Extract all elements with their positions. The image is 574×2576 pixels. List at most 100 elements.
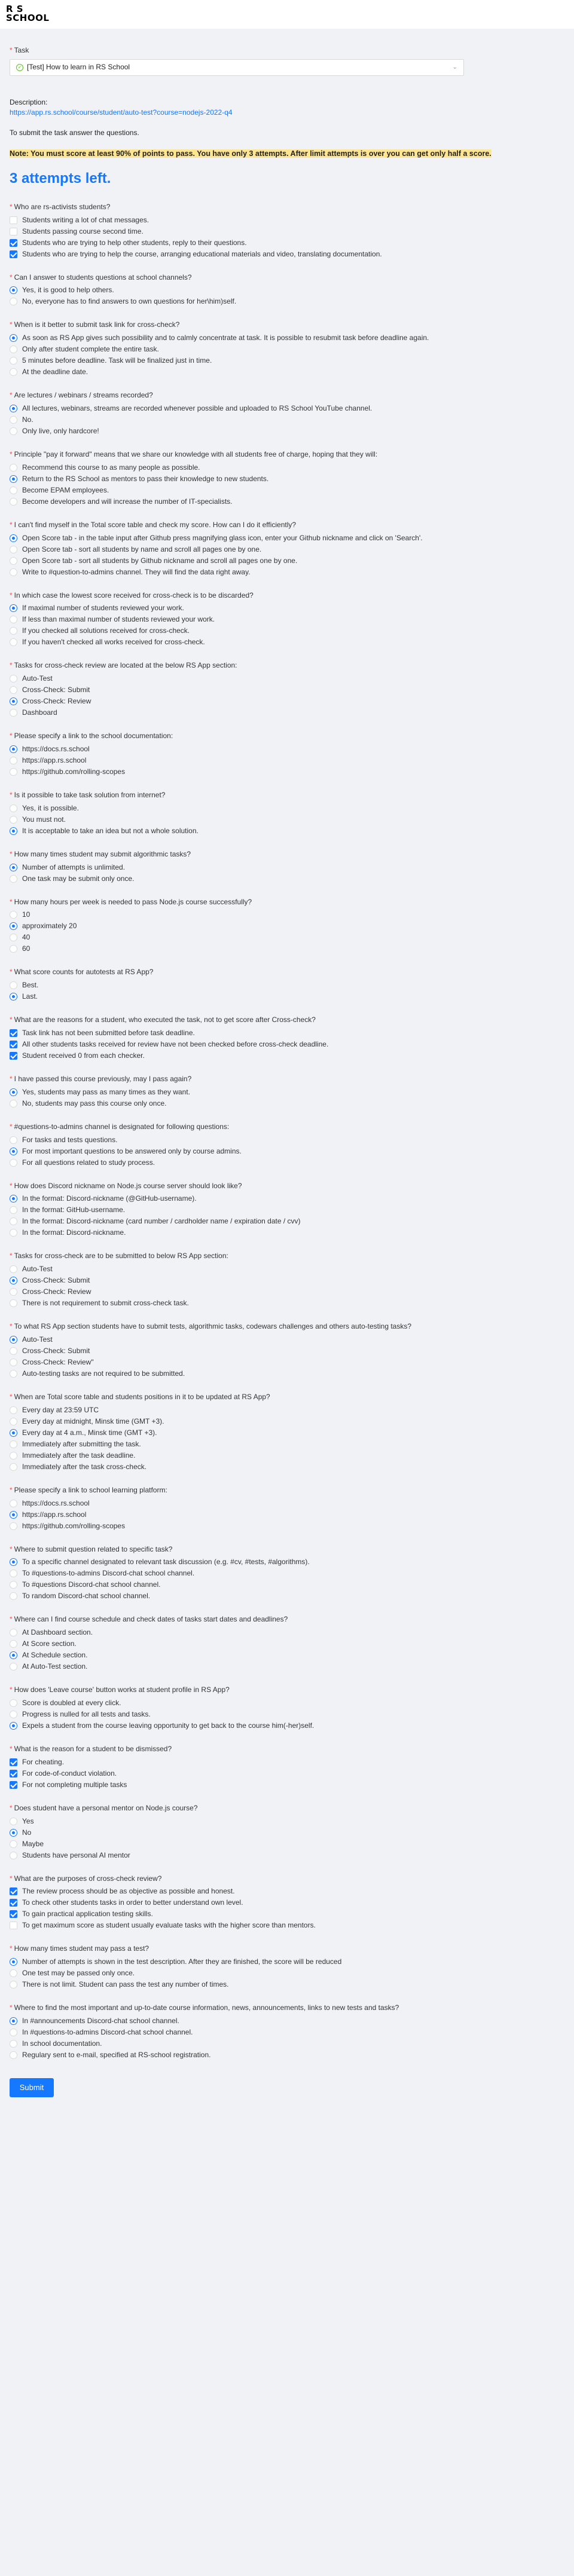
radio-option[interactable]: To a specific channel designated to rele… — [10, 1557, 564, 1567]
radio-button[interactable] — [10, 1629, 17, 1637]
radio-option[interactable]: https://docs.rs.school — [10, 1498, 564, 1509]
radio-button[interactable] — [10, 1288, 17, 1296]
radio-button[interactable] — [10, 1277, 17, 1285]
radio-option[interactable]: Regulary sent to e-mail, specified at RS… — [10, 2050, 564, 2060]
radio-button[interactable] — [10, 2051, 17, 2059]
submit-button[interactable]: Submit — [10, 2078, 54, 2097]
checkbox[interactable] — [10, 250, 17, 258]
radio-option[interactable]: Number of attempts is unlimited. — [10, 862, 564, 873]
radio-button[interactable] — [10, 1440, 17, 1448]
radio-button[interactable] — [10, 556, 17, 565]
radio-button[interactable] — [10, 1699, 17, 1707]
radio-button[interactable] — [10, 627, 17, 635]
radio-option[interactable]: At Score section. — [10, 1639, 564, 1649]
radio-option[interactable]: In #questions-to-admins Discord-chat sch… — [10, 2027, 564, 2037]
radio-button[interactable] — [10, 1369, 17, 1378]
radio-button[interactable] — [10, 1347, 17, 1355]
radio-option[interactable]: 10 — [10, 910, 564, 920]
radio-option[interactable]: No — [10, 1828, 564, 1838]
radio-button[interactable] — [10, 1981, 17, 1989]
radio-button[interactable] — [10, 2039, 17, 2048]
radio-option[interactable]: Return to the RS School as mentors to pa… — [10, 474, 564, 484]
radio-option[interactable]: It is acceptable to take an idea but not… — [10, 826, 564, 836]
radio-option[interactable]: Dashboard — [10, 708, 564, 718]
radio-option[interactable]: Immediately after submitting the task. — [10, 1439, 564, 1449]
radio-button[interactable] — [10, 1136, 17, 1144]
radio-button[interactable] — [10, 686, 17, 695]
radio-button[interactable] — [10, 1663, 17, 1671]
radio-button[interactable] — [10, 1406, 17, 1414]
radio-button[interactable] — [10, 1817, 17, 1825]
checkbox[interactable] — [10, 1040, 17, 1048]
radio-option[interactable]: https://github.com/rolling-scopes — [10, 1521, 564, 1531]
radio-button[interactable] — [10, 357, 17, 365]
radio-button[interactable] — [10, 1651, 17, 1660]
radio-button[interactable] — [10, 874, 17, 883]
radio-button[interactable] — [10, 404, 17, 412]
radio-option[interactable]: Every day at 4 a.m., Minsk time (GMT +3)… — [10, 1428, 564, 1438]
checkbox-option[interactable]: Task link has not been submitted before … — [10, 1028, 564, 1038]
radio-button[interactable] — [10, 1640, 17, 1648]
checkbox[interactable] — [10, 1922, 17, 1930]
radio-button[interactable] — [10, 1229, 17, 1237]
checkbox-option[interactable]: To check other students tasks in order t… — [10, 1898, 564, 1908]
radio-option[interactable]: Score is doubled at every click. — [10, 1698, 564, 1708]
radio-option[interactable]: Progress is nulled for all tests and tas… — [10, 1709, 564, 1720]
radio-button[interactable] — [10, 1299, 17, 1308]
radio-option[interactable]: Auto-testing tasks are not required to b… — [10, 1369, 564, 1379]
radio-button[interactable] — [10, 1581, 17, 1589]
radio-option[interactable]: In the format: Discord-nickname (@GitHub… — [10, 1194, 564, 1204]
checkbox[interactable] — [10, 227, 17, 235]
radio-option[interactable]: Yes — [10, 1816, 564, 1827]
radio-option[interactable]: As soon as RS App gives such possibility… — [10, 333, 564, 343]
radio-button[interactable] — [10, 1522, 17, 1530]
radio-option[interactable]: Yes, it is possible. — [10, 803, 564, 813]
radio-option[interactable]: To random Discord-chat school channel. — [10, 1591, 564, 1601]
radio-button[interactable] — [10, 497, 17, 506]
radio-option[interactable]: Every day at 23:59 UTC — [10, 1405, 564, 1415]
radio-option[interactable]: Write to #question-to-admins channel. Th… — [10, 567, 564, 577]
radio-option[interactable]: Recommend this course to as many people … — [10, 463, 564, 473]
radio-option[interactable]: Cross-Check: Review — [10, 696, 564, 706]
radio-button[interactable] — [10, 463, 17, 472]
checkbox-option[interactable]: All other students tasks received for re… — [10, 1039, 564, 1050]
radio-button[interactable] — [10, 1499, 17, 1507]
radio-button[interactable] — [10, 368, 17, 377]
radio-button[interactable] — [10, 545, 17, 553]
radio-option[interactable]: In #announcements Discord-chat school ch… — [10, 2016, 564, 2026]
checkbox[interactable] — [10, 1910, 17, 1919]
radio-option[interactable]: One test may be passed only once. — [10, 1968, 564, 1978]
radio-button[interactable] — [10, 1451, 17, 1460]
radio-button[interactable] — [10, 2028, 17, 2036]
radio-option[interactable]: If maximal number of students reviewed y… — [10, 603, 564, 613]
radio-option[interactable]: Only after student complete the entire t… — [10, 344, 564, 354]
radio-option[interactable]: Open Score tab - sort all students by na… — [10, 544, 564, 555]
radio-button[interactable] — [10, 1828, 17, 1837]
radio-button[interactable] — [10, 475, 17, 483]
radio-button[interactable] — [10, 427, 17, 435]
checkbox-option[interactable]: To get maximum score as student usually … — [10, 1920, 564, 1931]
radio-button[interactable] — [10, 827, 17, 835]
radio-option[interactable]: Only live, only hardcore! — [10, 426, 564, 436]
radio-option[interactable]: For all questions related to study proce… — [10, 1158, 564, 1168]
radio-option[interactable]: If you checked all solutions received fo… — [10, 626, 564, 636]
radio-button[interactable] — [10, 697, 17, 706]
radio-button[interactable] — [10, 993, 17, 1001]
radio-option[interactable]: Students have personal AI mentor — [10, 1850, 564, 1861]
radio-button[interactable] — [10, 1710, 17, 1718]
radio-button[interactable] — [10, 1099, 17, 1108]
radio-option[interactable]: In the format: GitHub-username. — [10, 1205, 564, 1215]
radio-button[interactable] — [10, 1510, 17, 1519]
radio-option[interactable]: All lectures, webinars, streams are reco… — [10, 403, 564, 414]
radio-button[interactable] — [10, 1558, 17, 1567]
radio-option[interactable]: Cross-Check: Submit — [10, 685, 564, 695]
radio-option[interactable]: Become EPAM employees. — [10, 485, 564, 495]
radio-option[interactable]: Auto-Test — [10, 674, 564, 684]
radio-button[interactable] — [10, 1570, 17, 1578]
checkbox[interactable] — [10, 1780, 17, 1789]
radio-button[interactable] — [10, 1358, 17, 1366]
radio-button[interactable] — [10, 1592, 17, 1601]
radio-option[interactable]: Yes, it is good to help others. — [10, 285, 564, 295]
radio-option[interactable]: Cross-Check: Submit — [10, 1346, 564, 1356]
checkbox[interactable] — [10, 1899, 17, 1907]
